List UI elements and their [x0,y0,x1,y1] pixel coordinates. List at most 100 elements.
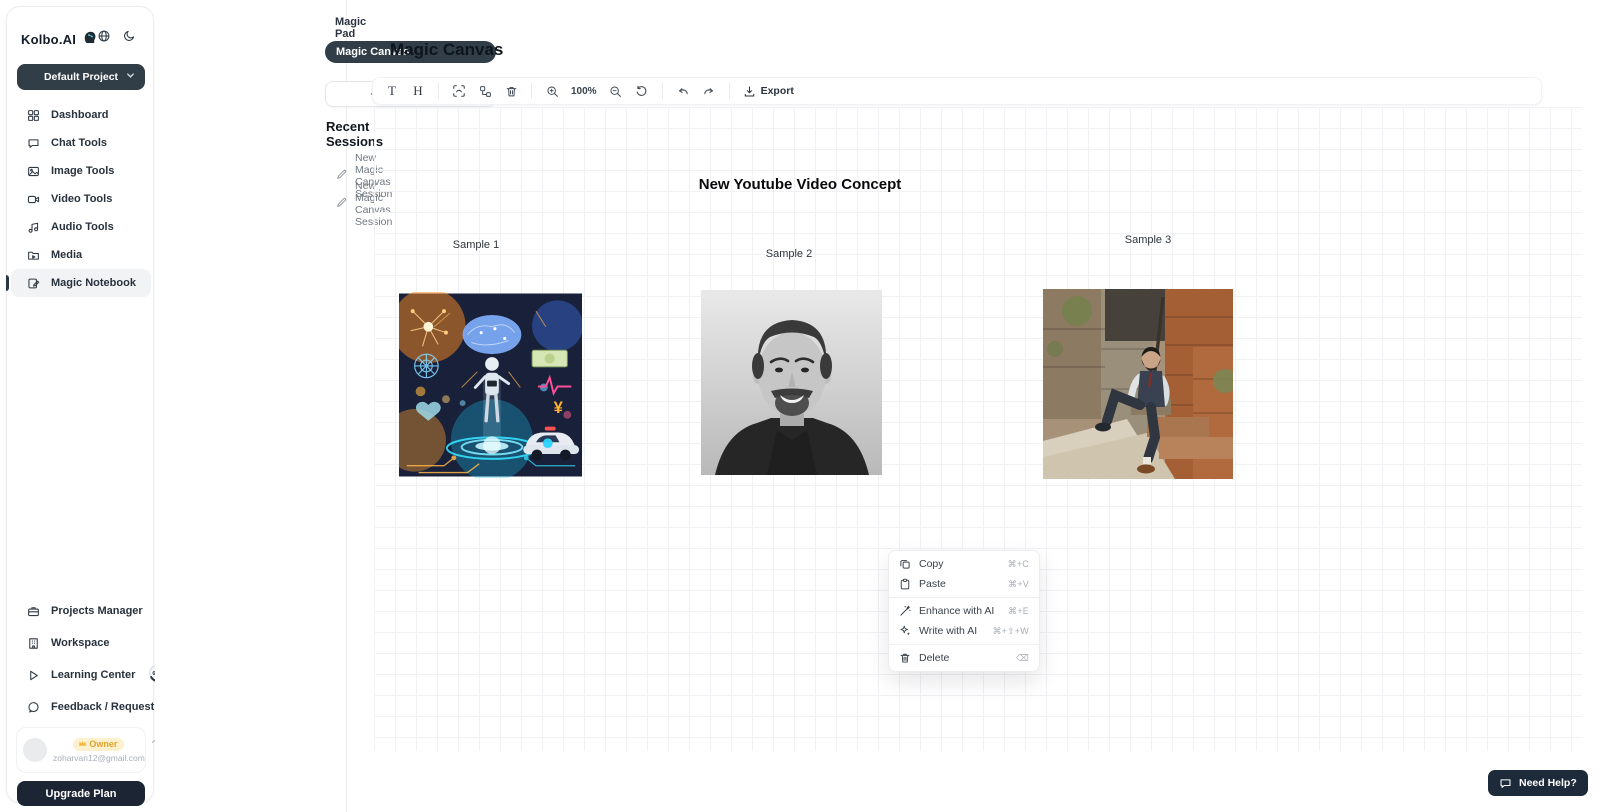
project-selector[interactable]: Default Project [17,64,145,90]
node-connector-icon [479,85,492,98]
context-menu-item-enhance-with-ai[interactable]: Enhance with AI ⌘+E [889,601,1039,621]
sidebar-item-dashboard[interactable]: Dashboard [11,101,151,129]
sidebar-item-magic-notebook[interactable]: Magic Notebook [11,269,151,297]
svg-text:¥: ¥ [554,398,564,417]
sidebar-item-video-tools[interactable]: Video Tools [11,185,151,213]
menu-label: Enhance with AI [919,605,994,617]
undo-button[interactable] [672,81,694,101]
pencil-icon [336,197,347,211]
sidebar-secondary-nav: Projects Manager Workspace Learning Cent… [11,595,151,723]
menu-shortcut: ⌫ [1016,653,1029,664]
sidebar-item-media[interactable]: Media [11,241,151,269]
chat-bubble-icon [1499,777,1512,790]
sidebar-item-audio-tools[interactable]: Audio Tools [11,213,151,241]
sidebar-item-label: Audio Tools [51,221,114,233]
delete-tool-button[interactable] [500,81,522,101]
toolbar-divider [662,83,663,99]
heading-tool-glyph: H [413,83,422,99]
role-label: Owner [89,739,117,749]
capture-select-icon [452,84,466,98]
zoom-in-button[interactable] [541,81,563,101]
avatar [23,738,47,762]
canvas-heading[interactable]: New Youtube Video Concept [699,176,902,193]
sidebar-item-label: Projects Manager [51,605,143,617]
download-icon [743,85,756,98]
need-help-label: Need Help? [1519,777,1577,789]
sidebar-item-chat-tools[interactable]: Chat Tools [11,129,151,157]
sidebar-item-projects-manager[interactable]: Projects Manager [11,595,151,627]
sidebar-item-learning-center[interactable]: Learning Center 66% [11,659,151,691]
user-account[interactable]: Owner zoharvan12@gmail.com [16,727,146,773]
context-menu-item-copy[interactable]: Copy ⌘+C [889,554,1039,574]
upgrade-plan-label: Upgrade Plan [46,788,117,800]
redo-icon [702,84,716,98]
notebook-pen-icon [26,276,40,290]
wand-icon [899,605,911,617]
context-menu-item-delete[interactable]: Delete ⌫ [889,648,1039,668]
video-camera-icon [26,192,40,206]
play-icon [26,668,40,682]
node-connector-button[interactable] [474,81,496,101]
project-selector-label: Default Project [44,71,118,83]
canvas-image-sample-2[interactable] [701,290,882,475]
menu-divider [889,597,1039,598]
trash-icon [899,652,911,664]
chevron-down-icon [126,71,135,83]
zoom-out-icon [609,85,622,98]
canvas-label-sample-3[interactable]: Sample 3 [1125,234,1171,246]
context-menu-item-write-with-ai[interactable]: Write with AI ⌘+⇧+W [889,621,1039,641]
heading-tool-button[interactable]: H [407,81,429,101]
page-title: Magic Canvas [390,40,503,60]
menu-divider [889,644,1039,645]
upgrade-plan-button[interactable]: Upgrade Plan [17,781,145,806]
user-email: zoharvan12@gmail.com [53,753,145,763]
menu-item-magic-pad[interactable]: Magic Pad [335,16,366,40]
context-menu-item-paste[interactable]: Paste ⌘+V [889,574,1039,594]
menu-shortcut: ⌘+V [1008,579,1029,590]
paste-icon [899,578,911,590]
menu-shortcut: ⌘+C [1008,559,1029,570]
need-help-button[interactable]: Need Help? [1488,770,1588,796]
canvas-image-sample-3[interactable] [1043,289,1233,479]
canvas-label-sample-2[interactable]: Sample 2 [766,248,812,260]
session-panel: Magic Pad Magic Canvas + New Session Rec… [155,0,347,812]
canvas-toolbar: T H 100% Export [372,77,1542,105]
sidebar-item-label: Magic Notebook [51,277,136,289]
dark-mode-moon-icon[interactable] [123,29,136,47]
rotate-reset-icon [635,85,648,98]
sidebar-item-label: Video Tools [51,193,112,205]
toolbar-divider [438,83,439,99]
building-icon [26,636,40,650]
language-globe-icon[interactable] [97,29,111,48]
copy-icon [899,558,911,570]
context-menu: Copy ⌘+C Paste ⌘+V Enhance with AI ⌘+E W… [888,550,1040,672]
redo-button[interactable] [698,81,720,101]
menu-label: Delete [919,652,949,664]
toolbar-divider [729,83,730,99]
capture-select-button[interactable] [448,81,470,101]
sparkles-icon [899,625,911,637]
undo-icon [676,84,690,98]
image-icon [26,164,40,178]
canvas-label-sample-1[interactable]: Sample 1 [453,239,499,251]
text-tool-button[interactable]: T [381,81,403,101]
export-label: Export [761,85,794,97]
sidebar-item-workspace[interactable]: Workspace [11,627,151,659]
sidebar-item-feedback[interactable]: Feedback / Request [11,691,151,723]
sidebar-nav: Dashboard Chat Tools Image Tools Video T… [11,101,151,297]
menu-label: Copy [919,558,944,570]
toolbar-divider [531,83,532,99]
feedback-bubble-icon [26,700,40,714]
zoom-out-button[interactable] [605,81,627,101]
sidebar-item-image-tools[interactable]: Image Tools [11,157,151,185]
sidebar-item-label: Learning Center [51,669,135,681]
zoom-in-icon [546,85,559,98]
brain-logo-icon [82,29,98,50]
export-button[interactable]: Export [739,85,798,98]
zoom-level: 100% [567,86,601,97]
crown-icon [78,739,87,748]
sidebar-item-label: Feedback / Request [51,701,154,713]
reset-view-button[interactable] [631,81,653,101]
canvas-image-sample-1[interactable]: ¥ [399,292,582,478]
logo[interactable]: Kolbo.AI [21,29,98,50]
